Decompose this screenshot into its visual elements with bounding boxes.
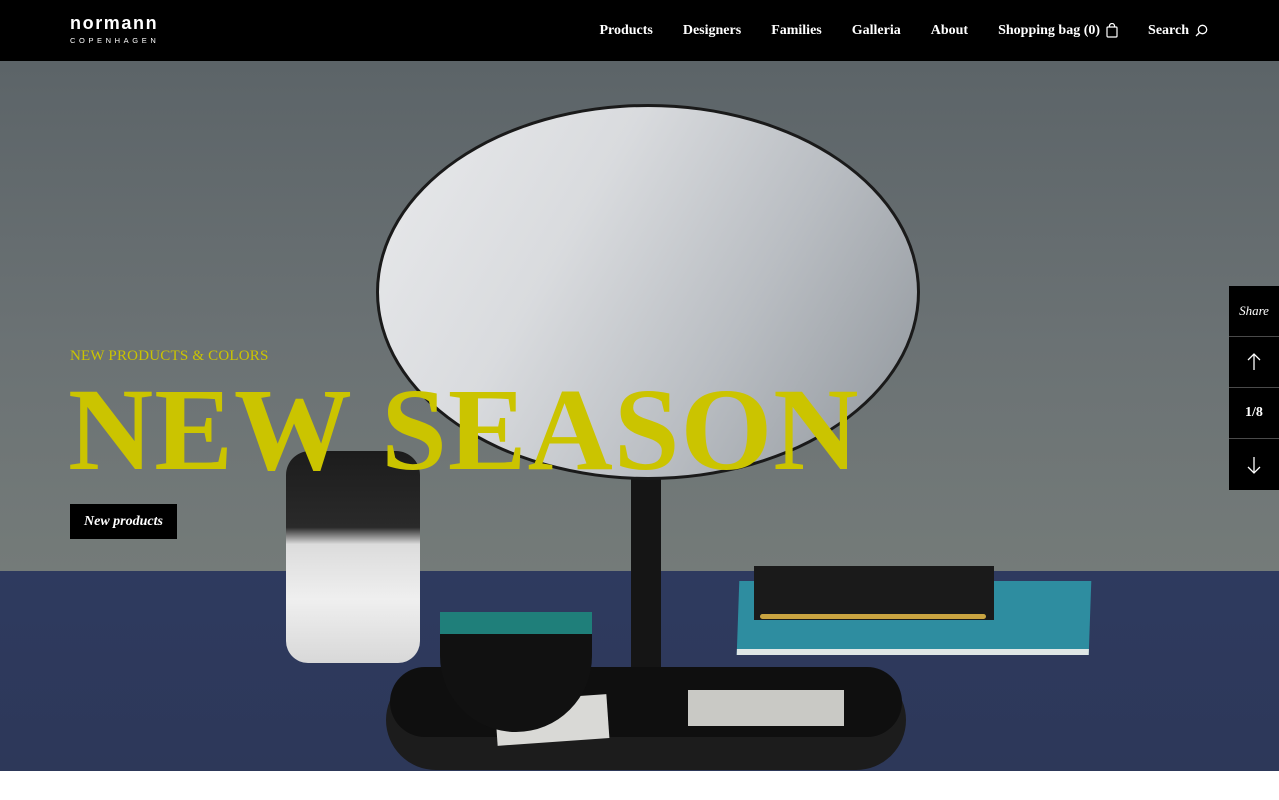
brand-name: normann <box>70 13 159 33</box>
hero-headline: NEW SEASON <box>68 364 860 495</box>
hero-keys-card <box>688 690 844 726</box>
nav-galleria[interactable]: Galleria <box>852 23 901 39</box>
arrow-down-icon <box>1247 456 1261 474</box>
nav-designers[interactable]: Designers <box>683 23 741 39</box>
shopping-bag-label: Shopping bag (0) <box>998 22 1101 38</box>
hero-pen <box>760 614 986 619</box>
nav-families[interactable]: Families <box>771 23 822 39</box>
next-slide-button[interactable] <box>1229 439 1279 490</box>
hero-black-notebook <box>754 566 994 620</box>
arrow-up-icon <box>1247 353 1261 370</box>
brand-subtitle: COPENHAGEN <box>70 36 160 45</box>
main-nav: Products Designers Families Galleria Abo… <box>599 0 1208 61</box>
search-link[interactable]: Search <box>1148 23 1208 39</box>
brand-logo[interactable]: normann COPENHAGEN <box>70 14 159 46</box>
search-icon <box>1195 24 1208 37</box>
share-button[interactable]: Share <box>1229 286 1279 337</box>
nav-products[interactable]: Products <box>599 23 652 39</box>
nav-about[interactable]: About <box>931 23 968 39</box>
site-header: normann COPENHAGEN Products Designers Fa… <box>0 0 1279 61</box>
search-label: Search <box>1148 22 1189 38</box>
slider-controls: Share 1/8 <box>1229 286 1279 490</box>
hero-slide: NEW PRODUCTS & COLORS NEW SEASON New pro… <box>0 61 1279 771</box>
shopping-bag-link[interactable]: Shopping bag (0) <box>998 23 1118 39</box>
slide-counter: 1/8 <box>1229 388 1279 439</box>
new-products-button[interactable]: New products <box>70 504 177 539</box>
hero-kicker: NEW PRODUCTS & COLORS <box>70 348 269 364</box>
shopping-bag-icon <box>1106 23 1118 38</box>
previous-slide-button[interactable] <box>1229 337 1279 388</box>
